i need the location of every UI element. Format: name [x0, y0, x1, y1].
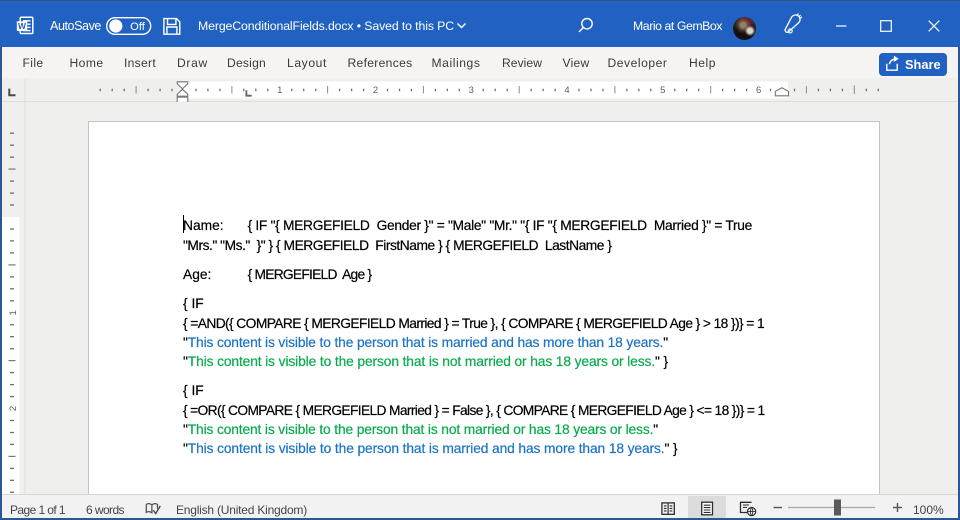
svg-text:1: 1: [277, 85, 282, 96]
svg-text:W: W: [18, 21, 26, 31]
svg-text:Off: Off: [130, 21, 146, 33]
svg-text:6: 6: [756, 85, 761, 96]
svg-text:3: 3: [469, 85, 474, 96]
svg-text:4: 4: [564, 85, 569, 96]
svg-text:1: 1: [8, 310, 19, 315]
svg-text:2: 2: [8, 406, 19, 411]
svg-text:5: 5: [660, 85, 665, 96]
svg-text:2: 2: [373, 85, 378, 96]
